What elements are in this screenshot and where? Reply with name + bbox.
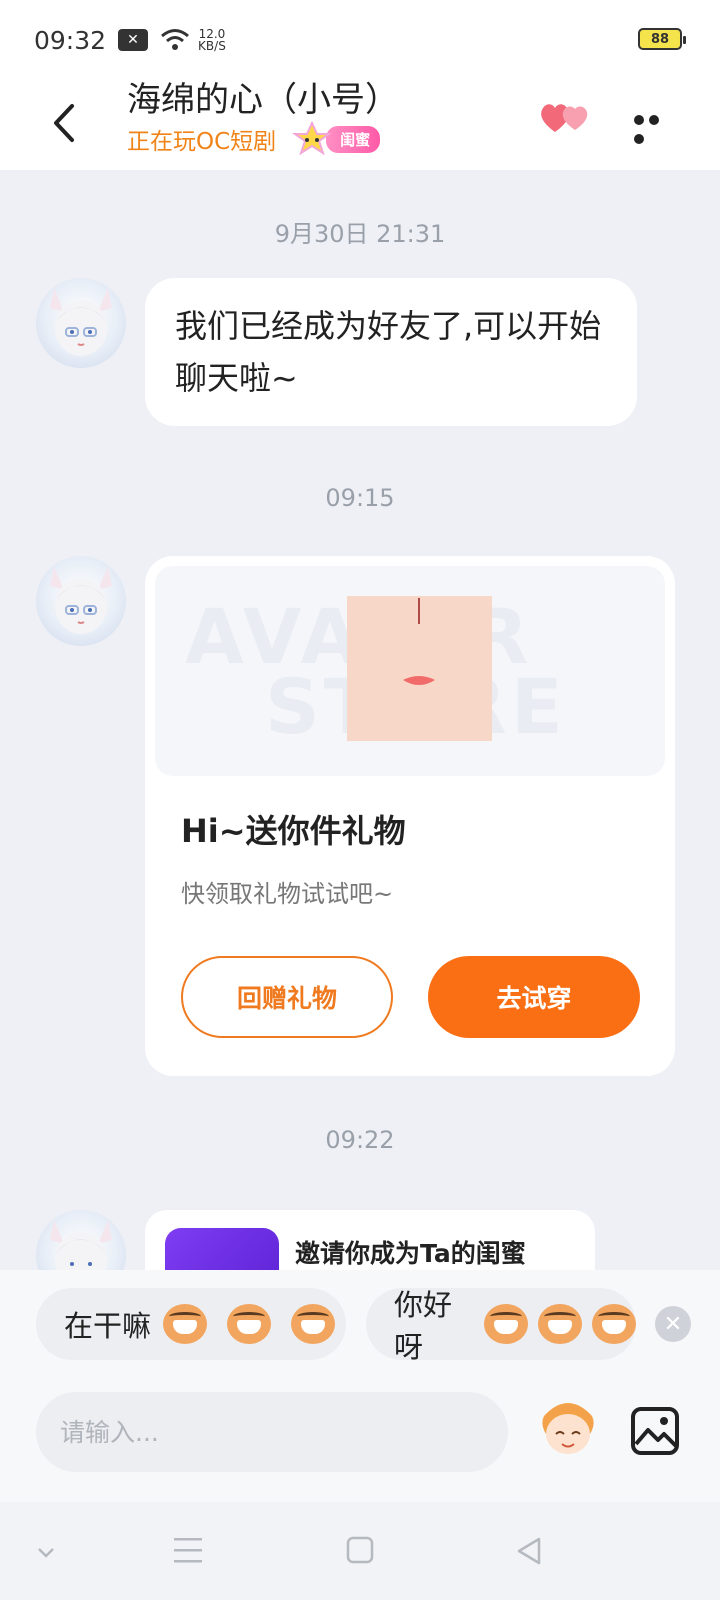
contact-status-row: 正在玩OC短剧 闺蜜 [127, 121, 381, 156]
quick-reply-chip[interactable]: 在干嘛 [36, 1288, 346, 1360]
quick-reply-chip[interactable]: 你好呀 [366, 1288, 636, 1360]
avatar-illustration [50, 566, 112, 634]
image-icon[interactable] [630, 1406, 680, 1456]
notification-icon: ✕ [118, 29, 149, 51]
gift-title: Hi~送你件礼物 [181, 812, 406, 850]
grin-emoji-icon [291, 1304, 336, 1344]
more-options-icon[interactable] [634, 110, 678, 144]
smile-emoji-icon [538, 1304, 582, 1344]
battery-icon: 88 [638, 28, 686, 50]
message-input[interactable] [36, 1392, 508, 1472]
message-timestamp: 09:15 [325, 484, 395, 512]
chat-header: 海绵的心（小号） 正在玩OC短剧 闺蜜 [0, 80, 720, 170]
quick-reply-bar: 在干嘛 你好呀 ✕ [0, 1270, 720, 1372]
bestie-badge[interactable]: 闺蜜 [290, 121, 381, 156]
system-nav-bar [0, 1502, 720, 1600]
contact-avatar[interactable] [36, 1210, 126, 1270]
hearts-icon[interactable] [537, 96, 593, 136]
wifi-icon [161, 29, 190, 50]
gift-subtitle: 快领取礼物试试吧~ [181, 880, 394, 908]
invite-thumbnail [165, 1228, 279, 1270]
avatar-illustration [50, 288, 112, 356]
close-quick-replies-icon[interactable]: ✕ [655, 1306, 691, 1342]
network-speed: 12.0 KB/S [198, 28, 226, 52]
contact-avatar[interactable] [36, 556, 126, 646]
bestie-label: 闺蜜 [326, 125, 381, 153]
chat-message-list[interactable]: 9月30日 21:31 我们已经成为好友了,可以开始聊天啦~ 09:15 Hi~… [0, 170, 720, 1270]
gift-card[interactable]: AVATAR STORE Hi~送你件礼物 快领取礼物试试吧~ 回赠礼物 去试穿 [145, 556, 675, 1076]
return-gift-button[interactable]: 回赠礼物 [181, 956, 393, 1038]
bestie-invite-card[interactable]: 邀请你成为Ta的闺蜜 [145, 1210, 595, 1270]
message-timestamp: 9月30日 21:31 [274, 220, 446, 248]
menu-icon[interactable] [172, 1536, 204, 1564]
contact-avatar[interactable] [36, 278, 126, 368]
invite-title: 邀请你成为Ta的闺蜜 [295, 1239, 526, 1268]
grin-emoji-icon [163, 1304, 208, 1344]
quick-reply-text: 在干嘛 [64, 1309, 152, 1343]
message-timestamp: 09:22 [325, 1126, 395, 1154]
avatar-illustration [50, 1220, 112, 1270]
status-bar: 09:32 ✕ 12.0 KB/S 88 [0, 0, 720, 80]
back-button[interactable] [44, 98, 84, 148]
status-time: 09:32 [34, 25, 107, 55]
quick-reply-text: 你好呀 [394, 1288, 453, 1360]
smile-emoji-icon [484, 1304, 528, 1344]
message-bubble[interactable]: 我们已经成为好友了,可以开始聊天啦~ [145, 278, 637, 426]
back-nav-icon[interactable] [515, 1536, 543, 1566]
grin-emoji-icon [227, 1304, 272, 1344]
contact-activity: 正在玩OC短剧 [127, 129, 277, 155]
message-input-bar [0, 1372, 720, 1502]
collapse-chevron-icon[interactable] [36, 1546, 56, 1560]
star-icon [291, 121, 333, 156]
home-icon[interactable] [346, 1536, 374, 1564]
try-on-button[interactable]: 去试穿 [428, 956, 640, 1038]
battery-level: 88 [650, 31, 670, 47]
gift-item-image [347, 596, 492, 741]
network-speed-unit: KB/S [198, 39, 226, 53]
smile-emoji-icon [592, 1304, 636, 1344]
sticker-mascot-icon[interactable] [536, 1394, 600, 1458]
gift-preview: AVATAR STORE [155, 566, 665, 776]
contact-name: 海绵的心（小号） [127, 80, 399, 120]
